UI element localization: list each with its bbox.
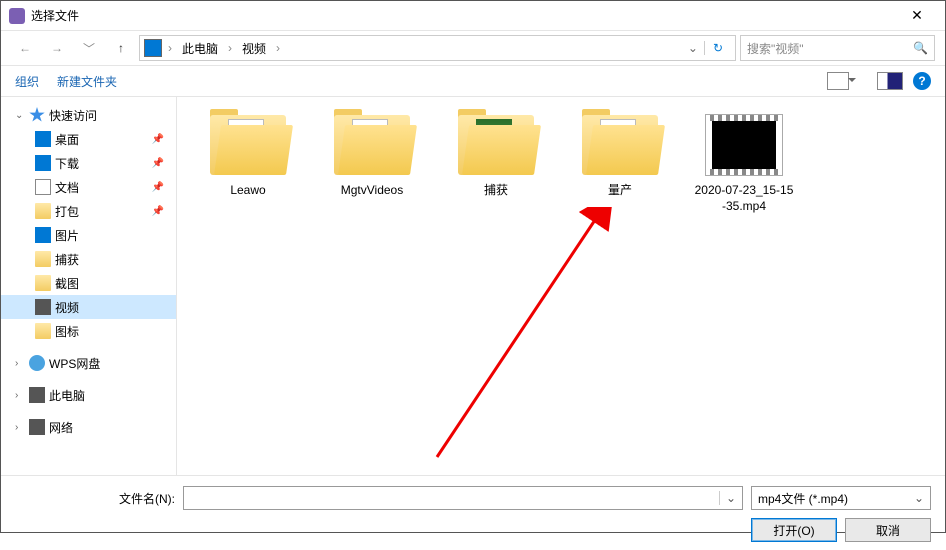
folder-icon bbox=[35, 323, 51, 339]
search-placeholder: 搜索"视频" bbox=[747, 40, 804, 57]
sidebar-desktop[interactable]: 桌面📌 bbox=[1, 127, 176, 151]
title-bar: 选择文件 ✕ bbox=[1, 1, 945, 31]
cancel-button[interactable]: 取消 bbox=[845, 518, 931, 542]
item-label: 2020-07-23_15-15-35.mp4 bbox=[693, 183, 795, 214]
search-input[interactable]: 搜索"视频" 🔍 bbox=[740, 35, 935, 61]
item-label: 量产 bbox=[569, 183, 671, 199]
item-label: Leawo bbox=[197, 183, 299, 199]
breadcrumb-current[interactable]: 视频 bbox=[238, 38, 270, 59]
nav-bar: ← → ﹀ ↑ › 此电脑 › 视频 › ⌄ ↻ 搜索"视频" 🔍 bbox=[1, 31, 945, 65]
pin-icon: 📌 bbox=[152, 158, 164, 169]
document-icon bbox=[35, 179, 51, 195]
folder-item[interactable]: Leawo bbox=[197, 115, 299, 199]
bottom-panel: 文件名(N): ⌄ mp4文件 (*.mp4)⌄ 打开(O) 取消 bbox=[1, 475, 945, 550]
pc-icon bbox=[144, 39, 162, 57]
sidebar-package[interactable]: 打包📌 bbox=[1, 199, 176, 223]
pin-icon: 📌 bbox=[152, 134, 164, 145]
breadcrumb-sep-icon: › bbox=[168, 41, 172, 55]
folder-icon bbox=[334, 115, 410, 175]
close-button[interactable]: ✕ bbox=[897, 7, 937, 24]
folder-item[interactable]: MgtvVideos bbox=[321, 115, 423, 199]
filename-label: 文件名(N): bbox=[15, 490, 175, 507]
star-icon bbox=[29, 107, 45, 123]
desktop-icon bbox=[35, 131, 51, 147]
sidebar-video[interactable]: 视频 bbox=[1, 295, 176, 319]
cloud-icon bbox=[29, 355, 45, 371]
video-file-icon bbox=[706, 115, 782, 175]
sidebar-this-pc[interactable]: ›此电脑 bbox=[1, 383, 176, 407]
folder-item[interactable]: 量产 bbox=[569, 115, 671, 199]
dropdown-icon[interactable]: ⌄ bbox=[719, 491, 742, 505]
open-button[interactable]: 打开(O) bbox=[751, 518, 837, 542]
help-button[interactable]: ? bbox=[913, 72, 931, 90]
folder-item[interactable]: 捕获 bbox=[445, 115, 547, 199]
recent-dropdown[interactable]: ﹀ bbox=[75, 36, 103, 60]
sidebar-documents[interactable]: 文档📌 bbox=[1, 175, 176, 199]
up-button[interactable]: ↑ bbox=[107, 36, 135, 60]
video-icon bbox=[35, 299, 51, 315]
sidebar-capture[interactable]: 捕获 bbox=[1, 247, 176, 271]
address-bar[interactable]: › 此电脑 › 视频 › ⌄ ↻ bbox=[139, 35, 736, 61]
address-dropdown-icon[interactable]: ⌄ bbox=[684, 41, 702, 55]
file-list[interactable]: Leawo MgtvVideos 捕获 量产 2020-07-23_15-15-… bbox=[177, 97, 945, 475]
picture-icon bbox=[35, 227, 51, 243]
folder-icon bbox=[35, 203, 51, 219]
download-icon bbox=[35, 155, 51, 171]
preview-pane-button[interactable] bbox=[877, 72, 903, 90]
video-file-item[interactable]: 2020-07-23_15-15-35.mp4 bbox=[693, 115, 795, 214]
new-folder-button[interactable]: 新建文件夹 bbox=[57, 73, 117, 90]
folder-icon bbox=[210, 115, 286, 175]
folder-icon bbox=[582, 115, 658, 175]
window-title: 选择文件 bbox=[31, 7, 897, 24]
main-area: ⌄快速访问 桌面📌 下载📌 文档📌 打包📌 图片 捕获 截图 视频 图标 ›WP… bbox=[1, 97, 945, 475]
sidebar-network[interactable]: ›网络 bbox=[1, 415, 176, 439]
folder-icon bbox=[458, 115, 534, 175]
breadcrumb-sep-icon: › bbox=[228, 41, 232, 55]
sidebar-downloads[interactable]: 下载📌 bbox=[1, 151, 176, 175]
organize-menu[interactable]: 组织 bbox=[15, 73, 39, 90]
pin-icon: 📌 bbox=[152, 182, 164, 193]
sidebar-screenshot[interactable]: 截图 bbox=[1, 271, 176, 295]
breadcrumb-sep-icon: › bbox=[276, 41, 280, 55]
pc-icon bbox=[29, 387, 45, 403]
sidebar-quick-access[interactable]: ⌄快速访问 bbox=[1, 103, 176, 127]
forward-button: → bbox=[43, 36, 71, 60]
toolbar: 组织 新建文件夹 ? bbox=[1, 65, 945, 97]
breadcrumb-root[interactable]: 此电脑 bbox=[178, 38, 222, 59]
sidebar: ⌄快速访问 桌面📌 下载📌 文档📌 打包📌 图片 捕获 截图 视频 图标 ›WP… bbox=[1, 97, 177, 475]
sidebar-wps[interactable]: ›WPS网盘 bbox=[1, 351, 176, 375]
network-icon bbox=[29, 419, 45, 435]
back-button[interactable]: ← bbox=[11, 36, 39, 60]
item-label: 捕获 bbox=[445, 183, 547, 199]
view-mode-button[interactable] bbox=[827, 72, 849, 90]
item-label: MgtvVideos bbox=[321, 183, 423, 199]
sidebar-pictures[interactable]: 图片 bbox=[1, 223, 176, 247]
annotation-arrow bbox=[417, 207, 617, 467]
filename-input[interactable]: ⌄ bbox=[183, 486, 743, 510]
app-icon bbox=[9, 8, 25, 24]
file-type-filter[interactable]: mp4文件 (*.mp4)⌄ bbox=[751, 486, 931, 510]
pin-icon: 📌 bbox=[152, 206, 164, 217]
search-icon[interactable]: 🔍 bbox=[913, 41, 928, 55]
dropdown-icon[interactable]: ⌄ bbox=[914, 491, 924, 505]
sidebar-icons[interactable]: 图标 bbox=[1, 319, 176, 343]
refresh-button[interactable]: ↻ bbox=[704, 41, 731, 55]
folder-icon bbox=[35, 275, 51, 291]
folder-icon bbox=[35, 251, 51, 267]
